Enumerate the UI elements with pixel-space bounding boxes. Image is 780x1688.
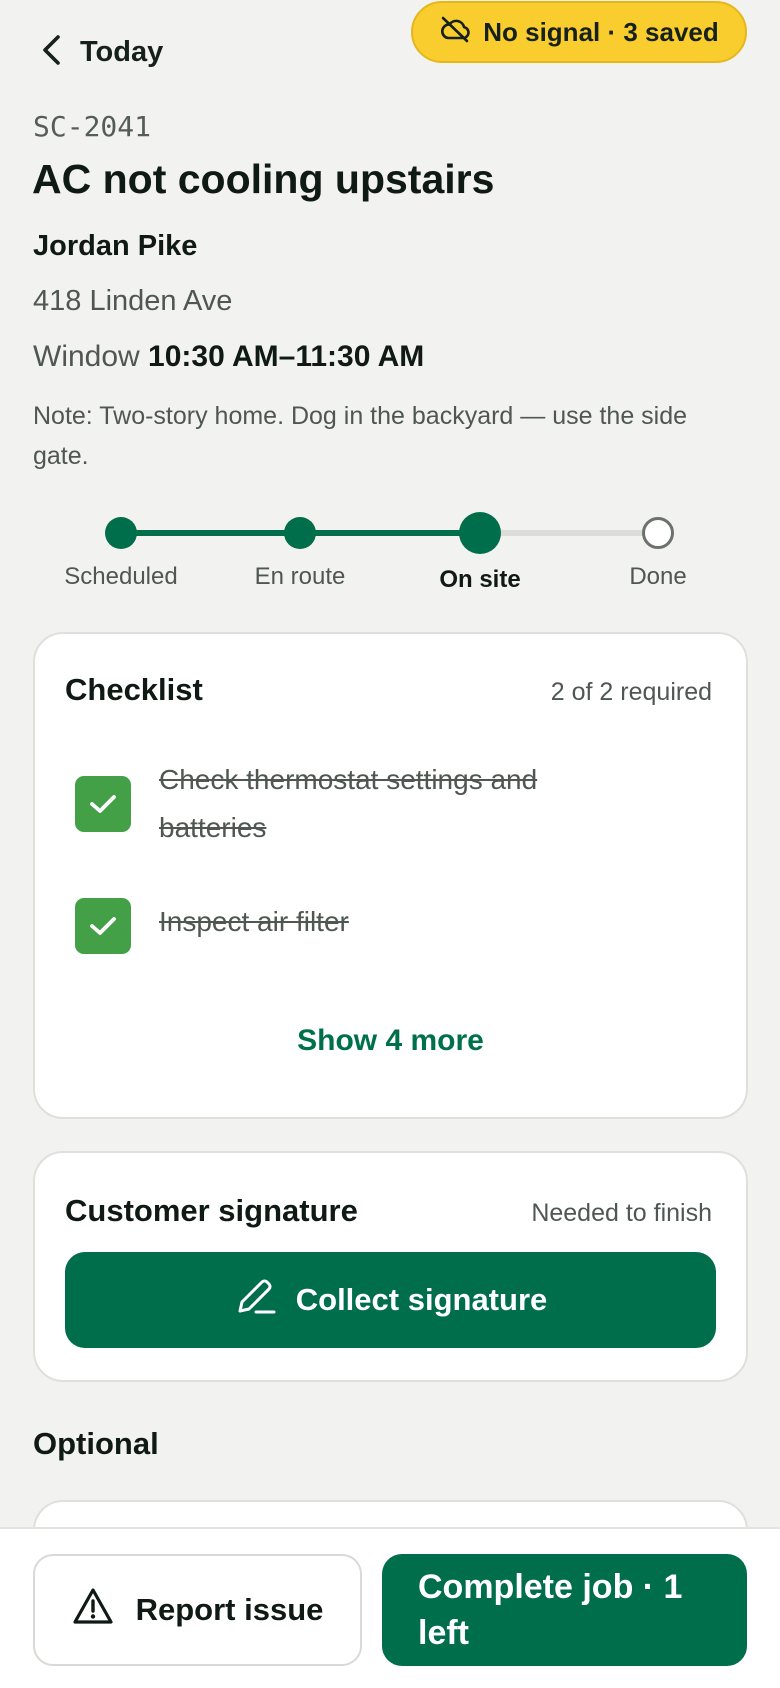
checklist-item[interactable]: Inspect air filter (75, 898, 706, 954)
checklist-item-label: Inspect air filter (159, 906, 349, 937)
complete-job-button[interactable]: Complete job · 1 left (382, 1554, 747, 1666)
step-label-on-site: On site (439, 566, 521, 593)
warning-triangle-icon (72, 1587, 114, 1633)
window-label: Window (33, 340, 140, 373)
customer-name: Jordan Pike (33, 230, 198, 262)
step-dot-en-route (284, 517, 316, 549)
report-issue-button[interactable]: Report issue (33, 1554, 362, 1666)
checklist-required-count: 2 of 2 required (550, 678, 712, 706)
offline-status-badge[interactable]: No signal · 3 saved (411, 1, 747, 63)
step-label-scheduled: Scheduled (64, 563, 178, 590)
chevron-left-icon (40, 33, 62, 72)
check-icon (90, 795, 116, 813)
checklist-title: Checklist (65, 672, 203, 707)
step-label-en-route: En route (254, 563, 346, 590)
appointment-window: Window 10:30 AM–11:30 AM (33, 340, 424, 374)
check-icon (90, 917, 116, 935)
signature-title: Customer signature (65, 1193, 358, 1228)
checklist-card: Checklist 2 of 2 required Check thermost… (33, 632, 748, 1119)
cloud-off-icon (439, 15, 471, 50)
step-dot-scheduled (105, 517, 137, 549)
step-label-done: Done (629, 563, 687, 590)
checklist-item[interactable]: Check thermostat settings and batteries (75, 756, 706, 852)
collect-signature-label: Collect signature (295, 1282, 548, 1317)
back-label: Today (80, 35, 164, 68)
job-id: SC-2041 (33, 110, 152, 143)
customer-address: 418 Linden Ave (33, 285, 233, 317)
progress-track-pending (480, 530, 658, 536)
report-issue-label: Report issue (135, 1592, 324, 1627)
checkbox-checked[interactable] (75, 898, 131, 954)
job-note: Note: Two-story home. Dog in the backyar… (33, 402, 688, 470)
step-dot-done (642, 517, 674, 549)
job-title: AC not cooling upstairs (32, 156, 495, 202)
signature-requirement: Needed to finish (531, 1199, 712, 1227)
optional-section-heading: Optional (33, 1426, 159, 1461)
checklist-header: Checklist 2 of 2 required (65, 672, 712, 708)
step-dot-on-site (459, 512, 501, 554)
back-button[interactable]: Today (40, 30, 163, 74)
signature-header: Customer signature Needed to finish (65, 1193, 712, 1229)
job-detail-screen: Today No signal · 3 saved SC-2041 AC not… (0, 0, 780, 1688)
signature-card: Customer signature Needed to finish Coll… (33, 1151, 748, 1382)
collect-signature-button[interactable]: Collect signature (65, 1252, 716, 1348)
job-progress-stepper: Scheduled En route On site Done (0, 508, 780, 598)
window-value: 10:30 AM–11:30 AM (148, 340, 425, 373)
offline-status-text: No signal · 3 saved (483, 16, 719, 47)
pen-icon (234, 1276, 278, 1324)
bottom-action-bar: Report issue Complete job · 1 left (0, 1527, 780, 1688)
show-more-button[interactable]: Show 4 more (35, 1024, 746, 1058)
checkbox-checked[interactable] (75, 776, 131, 832)
checklist-item-label: Check thermostat settings and batteries (159, 764, 538, 843)
